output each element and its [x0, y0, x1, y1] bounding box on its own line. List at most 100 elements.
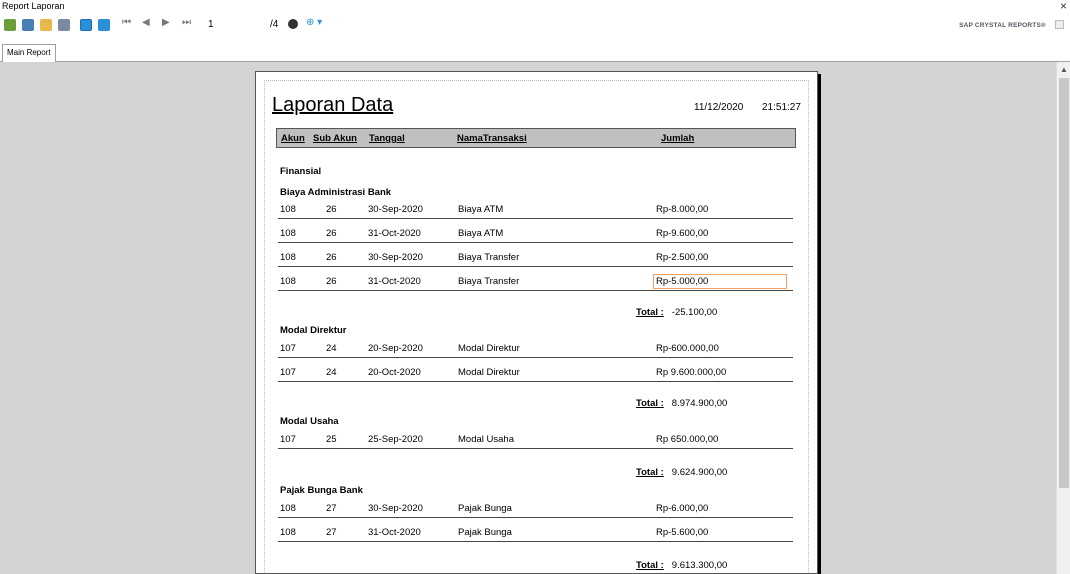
cell-akun: 107	[280, 434, 296, 445]
section-label: Finansial	[280, 166, 322, 177]
cell-tanggal: 20-Oct-2020	[368, 367, 421, 378]
total-value: 9.624.900,00	[671, 467, 728, 478]
cell-jumlah: Rp-6.000,00	[656, 503, 709, 514]
cell-sub-akun: 27	[326, 527, 337, 538]
cell-akun: 108	[280, 204, 296, 215]
vertical-scrollbar[interactable]: ▲	[1056, 62, 1070, 574]
table-row: 108 26 30-Sep-2020 Biaya Transfer Rp-2.5…	[278, 249, 793, 267]
report-title: Laporan Data	[272, 94, 394, 116]
report-page: Laporan Data 11/12/2020 21:51:27 Akun Su…	[255, 71, 818, 574]
scroll-thumb[interactable]	[1059, 78, 1069, 488]
group-header: Modal Direktur	[280, 325, 347, 336]
panel-toggle-icon[interactable]	[1055, 20, 1064, 29]
cell-nama: Biaya Transfer	[458, 252, 520, 263]
cell-akun: 108	[280, 527, 296, 538]
group-total: Total : 9.624.900,00	[636, 467, 727, 478]
table-row: 107 24 20-Oct-2020 Modal Direktur Rp 9.6…	[278, 364, 793, 382]
cell-nama: Modal Direktur	[458, 343, 520, 354]
cell-nama: Modal Usaha	[458, 434, 514, 445]
cell-sub-akun: 24	[326, 343, 337, 354]
report-time: 21:51:27	[762, 102, 801, 113]
cell-jumlah: Rp 650.000,00	[656, 434, 719, 445]
col-tanggal: Tanggal	[369, 133, 405, 144]
next-page-icon[interactable]: ▶	[162, 17, 170, 28]
total-label: Total :	[636, 560, 664, 571]
page-number-input[interactable]: 1	[208, 19, 214, 30]
col-jumlah: Jumlah	[661, 133, 695, 144]
report-date: 11/12/2020	[694, 102, 744, 113]
cell-tanggal: 31-Oct-2020	[368, 527, 421, 538]
total-label: Total :	[636, 307, 664, 318]
cell-sub-akun: 27	[326, 503, 337, 514]
total-label: Total :	[636, 398, 664, 409]
find-icon[interactable]	[288, 19, 298, 29]
cell-tanggal: 31-Oct-2020	[368, 228, 421, 239]
scroll-up-icon[interactable]: ▲	[1060, 65, 1068, 74]
page-total: /4	[270, 19, 279, 30]
toolbar: ⏮ ◀ ▶ ⏭ 1 /4 ⊕ ▾ SAP CRYSTAL REPORTS®	[0, 14, 1070, 36]
cell-tanggal: 30-Sep-2020	[368, 252, 423, 263]
group-tree-icon[interactable]	[98, 19, 110, 31]
table-row: 108 27 30-Sep-2020 Pajak Bunga Rp-6.000,…	[278, 500, 793, 518]
group-header: Pajak Bunga Bank	[280, 485, 363, 496]
cell-akun: 107	[280, 367, 296, 378]
copy-icon[interactable]	[58, 19, 70, 31]
cell-akun: 107	[280, 343, 296, 354]
cell-jumlah: Rp-600.000,00	[656, 343, 719, 354]
table-row: 108 26 31-Oct-2020 Biaya ATM Rp-9.600,00	[278, 225, 793, 243]
export-icon[interactable]	[4, 19, 16, 31]
cell-tanggal: 25-Sep-2020	[368, 434, 423, 445]
group-header: Biaya Administrasi Bank	[280, 187, 392, 198]
cell-sub-akun: 26	[326, 204, 337, 215]
cell-akun: 108	[280, 228, 296, 239]
cell-sub-akun: 26	[326, 252, 337, 263]
first-page-icon[interactable]: ⏮	[122, 17, 131, 28]
cell-tanggal: 31-Oct-2020	[368, 276, 421, 287]
group-total: Total : -25.100,00	[636, 307, 717, 318]
col-sub-akun: Sub Akun	[313, 133, 357, 144]
window-title: Report Laporan	[2, 1, 65, 11]
cell-nama: Biaya ATM	[458, 204, 504, 215]
cell-sub-akun: 24	[326, 367, 337, 378]
cell-jumlah: Rp-9.600,00	[656, 228, 709, 239]
cell-jumlah-selected[interactable]: Rp-5.000,00	[653, 274, 787, 289]
cell-akun: 108	[280, 503, 296, 514]
print-icon[interactable]	[22, 19, 34, 31]
column-header: Akun Sub Akun Tanggal NamaTransaksi Juml…	[276, 128, 796, 148]
table-row: 108 26 31-Oct-2020 Biaya Transfer Rp-5.0…	[278, 273, 793, 291]
cell-tanggal: 30-Sep-2020	[368, 503, 423, 514]
total-value: 9.613.300,00	[671, 560, 728, 571]
brand-label: SAP CRYSTAL REPORTS®	[959, 22, 1046, 29]
tab-main-report[interactable]: Main Report	[2, 44, 56, 62]
total-value: -25.100,00	[671, 307, 718, 318]
cell-sub-akun: 25	[326, 434, 337, 445]
cell-jumlah: Rp-2.500,00	[656, 252, 709, 263]
group-header: Modal Usaha	[280, 416, 339, 427]
table-row: 107 24 20-Sep-2020 Modal Direktur Rp-600…	[278, 340, 793, 358]
total-value: 8.974.900,00	[671, 398, 728, 409]
group-total: Total : 8.974.900,00	[636, 398, 727, 409]
tab-bar: Main Report	[0, 36, 1070, 62]
table-row: 107 25 25-Sep-2020 Modal Usaha Rp 650.00…	[278, 431, 793, 449]
col-akun: Akun	[281, 133, 305, 144]
table-row: 108 27 31-Oct-2020 Pajak Bunga Rp-5.600,…	[278, 524, 793, 542]
refresh-icon[interactable]	[40, 19, 52, 31]
cell-jumlah: Rp 9.600.000,00	[656, 367, 727, 378]
close-icon[interactable]: ×	[1060, 0, 1067, 13]
last-page-icon[interactable]: ⏭	[182, 17, 191, 28]
cell-nama: Biaya ATM	[458, 228, 504, 239]
zoom-icon[interactable]: ⊕ ▾	[306, 17, 322, 28]
cell-jumlah: Rp-8.000,00	[656, 204, 709, 215]
cell-jumlah: Rp-5.600,00	[656, 527, 709, 538]
help-icon[interactable]	[80, 19, 92, 31]
cell-akun: 108	[280, 276, 296, 287]
window-titlebar: Report Laporan ×	[0, 0, 1070, 14]
cell-tanggal: 20-Sep-2020	[368, 343, 423, 354]
table-row: 108 26 30-Sep-2020 Biaya ATM Rp-8.000,00	[278, 201, 793, 219]
prev-page-icon[interactable]: ◀	[142, 17, 150, 28]
cell-tanggal: 30-Sep-2020	[368, 204, 423, 215]
cell-nama: Pajak Bunga	[458, 503, 512, 514]
cell-sub-akun: 26	[326, 276, 337, 287]
cell-akun: 108	[280, 252, 296, 263]
col-nama-transaksi: NamaTransaksi	[457, 133, 527, 144]
